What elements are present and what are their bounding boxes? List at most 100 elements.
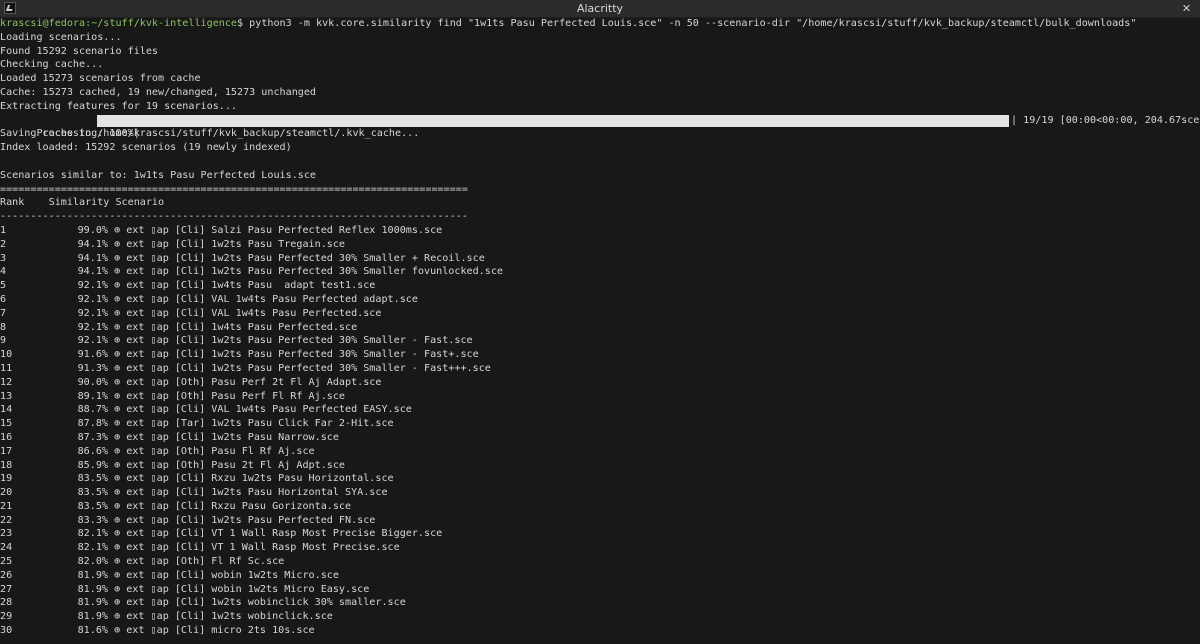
results-heading: Scenarios similar to: 1w1ts Pasu Perfect… (0, 169, 317, 181)
results-header: Rank Similarity Scenario (0, 197, 165, 209)
result-row: 25 82.0% ⊕ ext ▯ap [Oth] Fl Rf Sc.sce (0, 555, 1200, 569)
result-similarity: 81.9% (77, 597, 108, 609)
result-rank: 11 (0, 362, 13, 374)
output-line: Loaded 15273 scenarios from cache (0, 73, 201, 85)
result-similarity: 90.0% (77, 376, 108, 388)
terminal-output[interactable]: krascsi@fedora:~/stuff/kvk-intelligence$… (0, 17, 1200, 644)
result-row: 11 91.3% ⊕ ext ▯ap [Cli] 1w2ts Pasu Perfe… (0, 362, 1200, 376)
result-rank: 25 (0, 556, 13, 568)
result-scenario: ⊕ ext ▯ap [Cli] Rxzu 1w2ts Pasu Horizont… (108, 473, 394, 485)
result-similarity: 89.1% (77, 390, 108, 402)
result-scenario: ⊕ ext ▯ap [Cli] micro 2ts 10s.sce (108, 625, 315, 637)
result-rank: 14 (0, 404, 13, 416)
result-similarity: 88.7% (77, 404, 108, 416)
result-row: 12 90.0% ⊕ ext ▯ap [Oth] Pasu Perf 2t Fl … (0, 376, 1200, 390)
result-row: 19 83.5% ⊕ ext ▯ap [Cli] Rxzu 1w2ts Pasu … (0, 472, 1200, 486)
result-scenario: ⊕ ext ▯ap [Oth] Fl Rf Sc.sce (108, 556, 285, 568)
result-scenario: ⊕ ext ▯ap [Cli] wobin 1w2ts Micro.sce (108, 569, 339, 581)
prompt-symbol: $ (237, 18, 250, 29)
result-similarity: 82.1% (77, 528, 108, 540)
result-similarity: 92.1% (77, 280, 108, 292)
result-rank: 29 (0, 611, 13, 623)
result-row: 14 88.7% ⊕ ext ▯ap [Cli] VAL 1w4ts Pasu P… (0, 403, 1200, 417)
result-row: 20 83.5% ⊕ ext ▯ap [Cli] 1w2ts Pasu Horiz… (0, 486, 1200, 500)
result-scenario: ⊕ ext ▯ap [Cli] 1w2ts Pasu Perfected 30%… (108, 252, 485, 264)
result-scenario: ⊕ ext ▯ap [Cli] 1w2ts Pasu Perfected 30%… (108, 362, 491, 374)
result-rank: 9 (0, 335, 7, 347)
result-scenario: ⊕ ext ▯ap [Cli] 1w2ts Pasu Tregain.sce (108, 238, 346, 250)
result-rank: 20 (0, 487, 13, 499)
result-scenario: ⊕ ext ▯ap [Cli] VT 1 Wall Rasp Most Prec… (108, 542, 400, 554)
result-similarity: 99.0% (77, 224, 108, 236)
progress-bar (97, 114, 1009, 127)
result-row: 24 82.1% ⊕ ext ▯ap [Cli] VT 1 Wall Rasp M… (0, 541, 1200, 555)
result-rank: 26 (0, 569, 13, 581)
result-similarity: 81.6% (77, 625, 108, 637)
result-similarity: 92.1% (77, 335, 108, 347)
progress-line: Processing: 100%| | 19/19 [00:00<00:00, … (0, 114, 1200, 139)
result-scenario: ⊕ ext ▯ap [Cli] 1w2ts Pasu Perfected 30%… (108, 335, 473, 347)
result-similarity: 94.1% (77, 252, 108, 264)
result-row: 10 91.6% ⊕ ext ▯ap [Cli] 1w2ts Pasu Perfe… (0, 348, 1200, 362)
result-rank: 5 (0, 280, 7, 292)
result-row: 6 92.1% ⊕ ext ▯ap [Cli] VAL 1w4ts Pasu Pe… (0, 293, 1200, 307)
result-row: 21 83.5% ⊕ ext ▯ap [Cli] Rxzu Pasu Gorizo… (0, 500, 1200, 514)
output-line: Checking cache... (0, 59, 104, 71)
result-similarity: 87.8% (77, 418, 108, 430)
prompt-user-host: krascsi@fedora (0, 18, 86, 29)
result-rank: 18 (0, 459, 13, 471)
result-scenario: ⊕ ext ▯ap [Tar] 1w2ts Pasu Click Far 2-H… (108, 418, 394, 430)
result-rank: 15 (0, 418, 13, 430)
result-similarity: 91.6% (77, 349, 108, 361)
result-scenario: ⊕ ext ▯ap [Cli] 1w2ts Pasu Perfected FN.… (108, 514, 376, 526)
result-scenario: ⊕ ext ▯ap [Cli] wobin 1w2ts Micro Easy.s… (108, 583, 370, 595)
command-text: python3 -m kvk.core.similarity find "1w1… (249, 18, 1137, 29)
result-row: 26 81.9% ⊕ ext ▯ap [Cli] wobin 1w2ts Micr… (0, 569, 1200, 583)
result-scenario: ⊕ ext ▯ap [Cli] 1w4ts Pasu Perfected.sce (108, 321, 358, 333)
result-scenario: ⊕ ext ▯ap [Cli] 1w4ts Pasu adapt test1.s… (108, 280, 376, 292)
result-similarity: 87.3% (77, 431, 108, 443)
result-row: 17 86.6% ⊕ ext ▯ap [Oth] Pasu Fl Rf Aj.sc… (0, 445, 1200, 459)
separator-line: ========================================… (0, 183, 468, 195)
result-rank: 30 (0, 625, 13, 637)
result-rank: 17 (0, 445, 13, 457)
result-similarity: 81.9% (77, 611, 108, 623)
result-rank: 10 (0, 349, 13, 361)
progress-bar-fill (97, 114, 1009, 127)
result-scenario: ⊕ ext ▯ap [Cli] 1w2ts Pasu Narrow.sce (108, 431, 339, 443)
result-row: 15 87.8% ⊕ ext ▯ap [Tar] 1w2ts Pasu Click… (0, 417, 1200, 431)
result-similarity: 94.1% (77, 266, 108, 278)
result-row: 4 94.1% ⊕ ext ▯ap [Cli] 1w2ts Pasu Perfec… (0, 265, 1200, 279)
result-rank: 2 (0, 238, 7, 250)
title-bar[interactable]: Alacritty ✕ (0, 0, 1200, 18)
result-similarity: 82.0% (77, 556, 108, 568)
progress-stats: | 19/19 [00:00<00:00, 204.67sce/s] (1011, 114, 1200, 126)
result-scenario: ⊕ ext ▯ap [Cli] VT 1 Wall Rasp Most Prec… (108, 528, 443, 540)
progress-label: Processing: 100%| (36, 128, 140, 140)
result-row: 27 81.9% ⊕ ext ▯ap [Cli] wobin 1w2ts Micr… (0, 583, 1200, 597)
close-icon[interactable]: ✕ (1180, 2, 1193, 15)
output-line: Saving cache to /home/krascsi/stuff/kvk_… (0, 128, 420, 140)
result-similarity: 83.5% (77, 487, 108, 499)
result-rank: 23 (0, 528, 13, 540)
result-row: 23 82.1% ⊕ ext ▯ap [Cli] VT 1 Wall Rasp M… (0, 527, 1200, 541)
result-scenario: ⊕ ext ▯ap [Cli] VAL 1w4ts Pasu Perfected… (108, 307, 382, 319)
result-scenario: ⊕ ext ▯ap [Cli] 1w2ts Pasu Perfected 30%… (108, 349, 479, 361)
window-title: Alacritty (576, 2, 624, 15)
result-rank: 6 (0, 293, 7, 305)
output-line: Extracting features for 19 scenarios... (0, 100, 238, 112)
result-scenario: ⊕ ext ▯ap [Oth] Pasu 2t Fl Aj Adpt.sce (108, 459, 346, 471)
result-row: 28 81.9% ⊕ ext ▯ap [Cli] 1w2ts wobinclick… (0, 596, 1200, 610)
result-similarity: 82.1% (77, 542, 108, 554)
result-rank: 28 (0, 597, 13, 609)
prompt-line: krascsi@fedora:~/stuff/kvk-intelligence$… (0, 17, 1200, 31)
result-rank: 1 (0, 224, 7, 236)
result-scenario: ⊕ ext ▯ap [Oth] Pasu Perf Fl Rf Aj.sce (108, 390, 346, 402)
result-rank: 12 (0, 376, 13, 388)
output-line: Cache: 15273 cached, 19 new/changed, 152… (0, 86, 317, 98)
result-row: 18 85.9% ⊕ ext ▯ap [Oth] Pasu 2t Fl Aj Ad… (0, 459, 1200, 473)
result-rank: 22 (0, 514, 13, 526)
result-rank: 21 (0, 500, 13, 512)
output-line: Index loaded: 15292 scenarios (19 newly … (0, 142, 292, 154)
